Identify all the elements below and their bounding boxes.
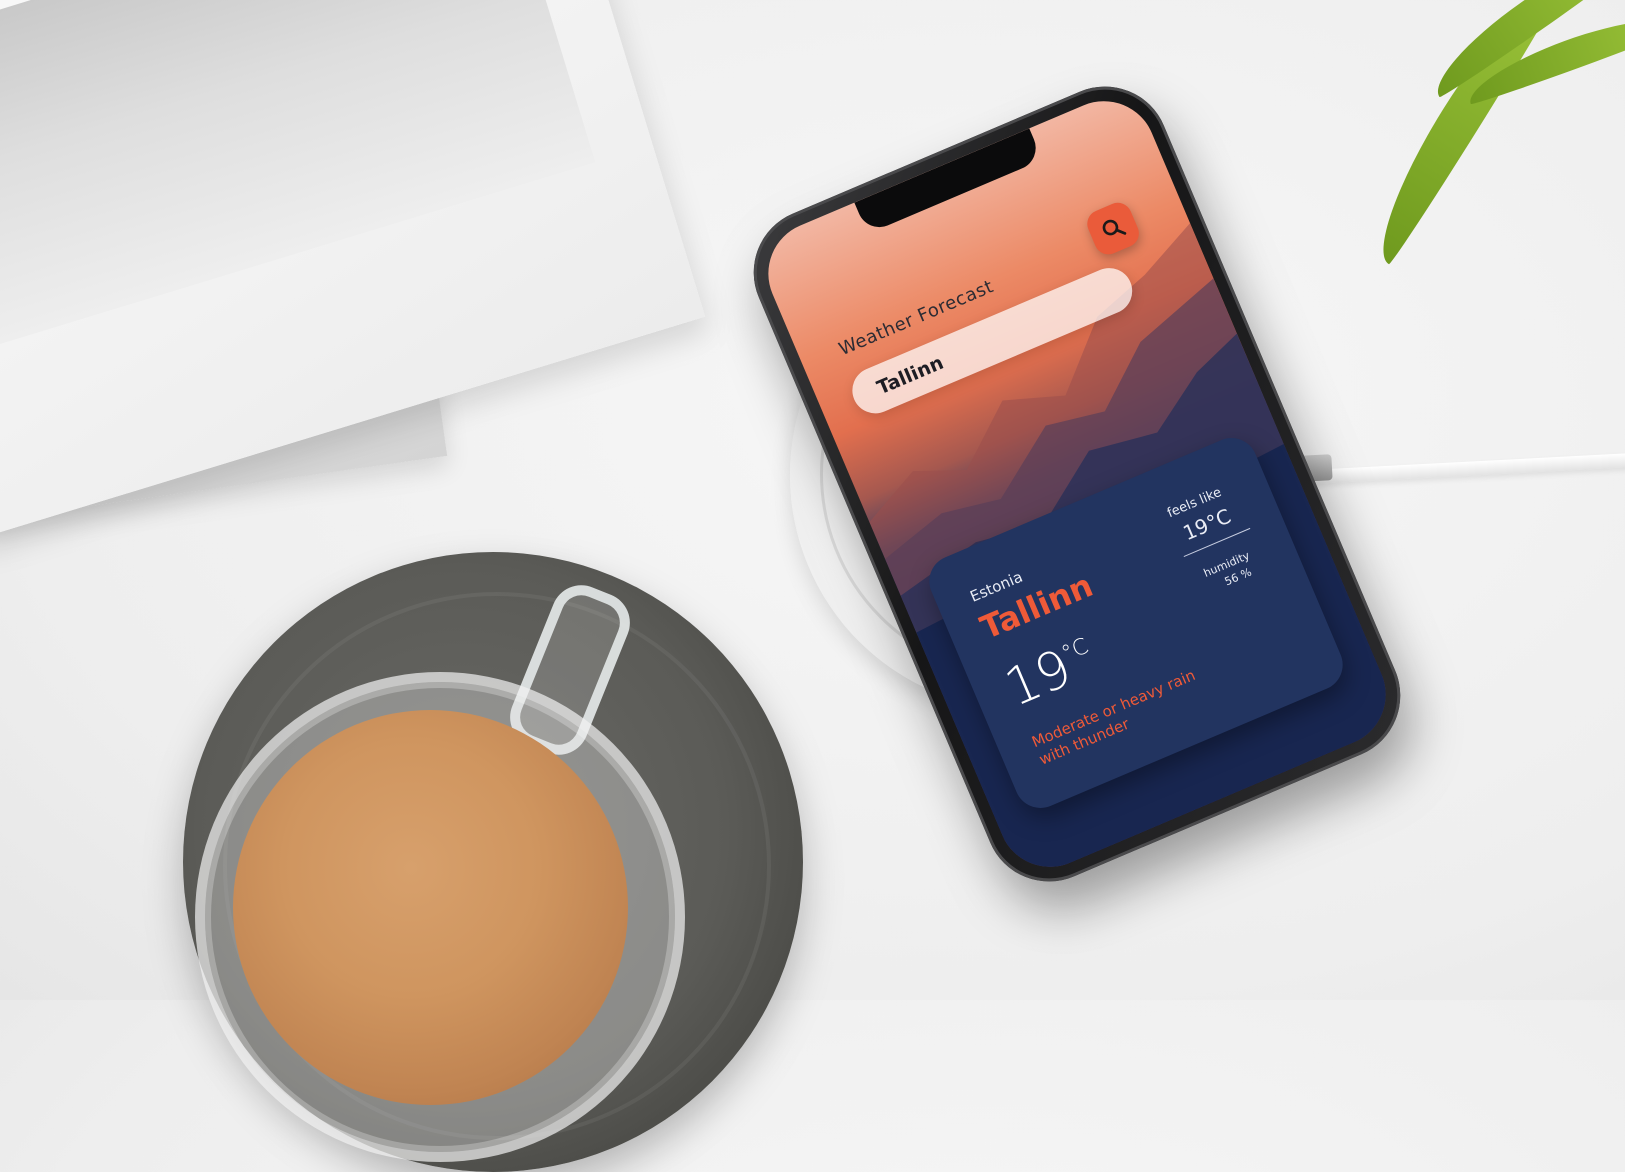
coffee xyxy=(233,710,628,1105)
search-icon xyxy=(1102,219,1127,236)
current-temperature: 19°C xyxy=(997,628,1104,719)
coffee-cup xyxy=(195,672,685,1162)
plant-leaf xyxy=(1358,0,1562,267)
book-cover-photo xyxy=(0,0,596,356)
book-stack xyxy=(0,0,706,539)
